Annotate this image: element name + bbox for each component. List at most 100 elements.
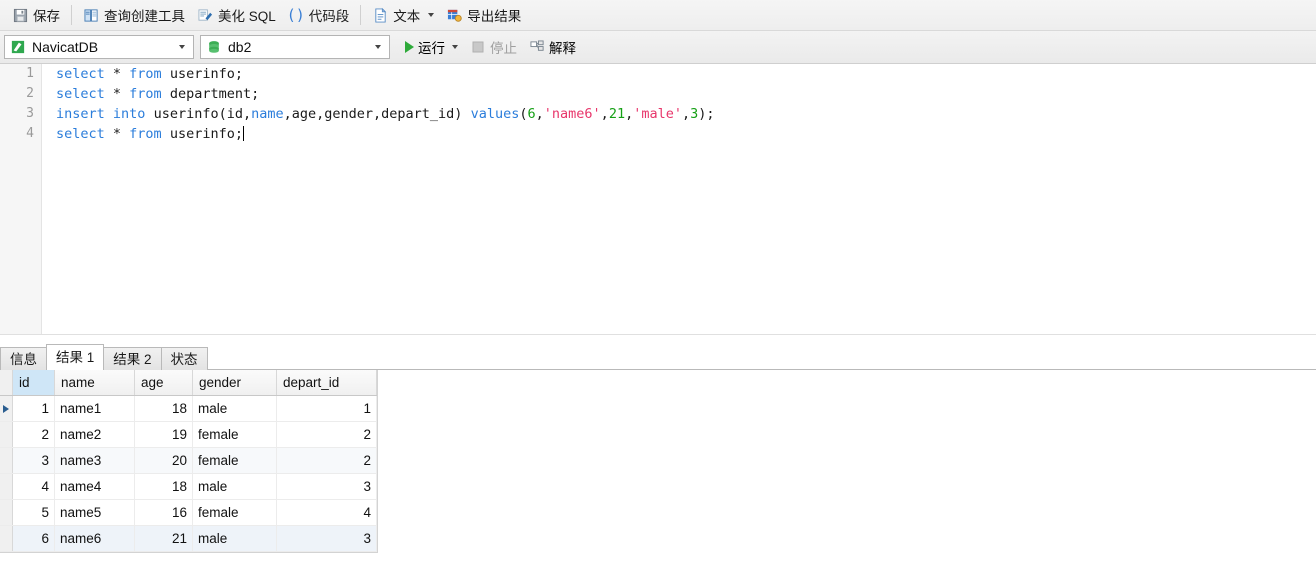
grid-cell-id[interactable]: 2 [13, 422, 55, 447]
grid-cell-depart_id[interactable]: 2 [277, 448, 377, 473]
grid-cell-age[interactable]: 18 [135, 396, 193, 421]
grid-cell-age[interactable]: 21 [135, 526, 193, 551]
grid-body: 1 name1 18 male 1 2 name2 19 female 2 3 name3 20 fema… [0, 396, 377, 552]
row-indicator[interactable] [0, 396, 13, 421]
code-token-str: 'male' [633, 106, 682, 122]
save-icon [12, 7, 28, 23]
grid-cell-age[interactable]: 19 [135, 422, 193, 447]
row-indicator[interactable] [0, 474, 13, 499]
grid-cell-gender[interactable]: female [193, 448, 277, 473]
run-button[interactable]: 运行 [400, 35, 463, 59]
code-token-pln: ); [698, 106, 715, 122]
grid-cell-gender[interactable]: male [193, 526, 277, 551]
export-result-label: 导出结果 [467, 9, 522, 24]
row-indicator[interactable] [0, 422, 13, 447]
code-line[interactable]: select * from userinfo; [56, 124, 715, 144]
text-button[interactable]: 文本 [366, 3, 440, 27]
line-number: 4 [26, 126, 34, 141]
grid-cell-name[interactable]: name1 [55, 396, 135, 421]
grid-cell-id[interactable]: 6 [13, 526, 55, 551]
table-row[interactable]: 5 name5 16 female 4 [0, 500, 377, 526]
row-indicator[interactable] [0, 526, 13, 551]
result-grid[interactable]: id name age gender depart_id 1 name1 18 male 1 2 n… [0, 370, 378, 553]
save-label: 保存 [33, 9, 60, 24]
code-token-kw: insert [56, 106, 105, 122]
grid-cell-depart_id[interactable]: 3 [277, 526, 377, 551]
code-token-str: 'name6' [543, 106, 601, 122]
results-pane: 信息 结果 1 结果 2 状态 id name age gender depart_id 1n… [0, 334, 1316, 584]
code-token-num: 6 [527, 106, 536, 122]
table-row[interactable]: 4 name4 18 male 3 [0, 474, 377, 500]
grid-cell-gender[interactable]: female [193, 500, 277, 525]
chevron-down-icon [179, 45, 185, 49]
grid-cell-depart_id[interactable]: 2 [277, 422, 377, 447]
pane-splitter[interactable] [0, 334, 1316, 345]
code-token-pln: userinfo; [161, 66, 243, 82]
row-indicator[interactable] [0, 500, 13, 525]
grid-cell-depart_id[interactable]: 3 [277, 474, 377, 499]
query-builder-label: 查询创建工具 [104, 9, 185, 24]
text-icon [372, 7, 388, 23]
stop-button[interactable]: 停止 [465, 35, 522, 59]
grid-column-header-depart_id[interactable]: depart_id [277, 370, 377, 395]
grid-cell-id[interactable]: 3 [13, 448, 55, 473]
database-dropdown-icon[interactable] [369, 45, 387, 49]
export-result-button[interactable]: 导出结果 [440, 3, 527, 27]
connection-dropdown-icon[interactable] [173, 45, 191, 49]
connection-select[interactable]: NavicatDB [4, 35, 194, 59]
chevron-down-icon[interactable] [452, 45, 458, 49]
code-token-kw: select [56, 66, 105, 82]
row-indicator[interactable] [0, 448, 13, 473]
result-tab-1[interactable]: 结果 1 [46, 344, 105, 370]
result-tab-2[interactable]: 结果 2 [103, 347, 162, 370]
grid-cell-age[interactable]: 20 [135, 448, 193, 473]
code-token-pln: * [104, 126, 130, 142]
code-line[interactable]: select * from userinfo; [56, 64, 715, 84]
database-icon [206, 39, 222, 55]
grid-cell-id[interactable]: 1 [13, 396, 55, 421]
table-row[interactable]: 1 name1 18 male 1 [0, 396, 377, 422]
play-icon [405, 41, 414, 53]
grid-cell-gender[interactable]: female [193, 422, 277, 447]
grid-column-header-age[interactable]: age [135, 370, 193, 395]
explain-button[interactable]: 解释 [524, 35, 581, 59]
result-tabbar: 信息 结果 1 结果 2 状态 [0, 344, 1316, 370]
grid-cell-id[interactable]: 4 [13, 474, 55, 499]
code-snippet-button[interactable]: () 代码段 [282, 3, 356, 27]
grid-column-header-id[interactable]: id [13, 370, 55, 395]
save-button[interactable]: 保存 [6, 3, 66, 27]
result-tab-3[interactable]: 状态 [160, 347, 208, 370]
code-token-kw: from [129, 66, 162, 82]
code-token-kw: name [251, 106, 284, 122]
code-token-kw: into [112, 106, 146, 122]
grid-cell-name[interactable]: name4 [55, 474, 135, 499]
table-row[interactable]: 2 name2 19 female 2 [0, 422, 377, 448]
grid-cell-age[interactable]: 16 [135, 500, 193, 525]
code-line[interactable]: select * from department; [56, 84, 715, 104]
table-row[interactable]: 6 name6 21 male 3 [0, 526, 377, 552]
table-row[interactable]: 3 name3 20 female 2 [0, 448, 377, 474]
grid-cell-name[interactable]: name2 [55, 422, 135, 447]
code-line[interactable]: insert into userinfo(id,name,age,gender,… [56, 104, 715, 124]
grid-cell-name[interactable]: name5 [55, 500, 135, 525]
grid-cell-gender[interactable]: male [193, 396, 277, 421]
grid-cell-age[interactable]: 18 [135, 474, 193, 499]
grid-cell-depart_id[interactable]: 4 [277, 500, 377, 525]
editor-code[interactable]: select * from userinfo; select * from dep… [42, 64, 715, 144]
grid-cell-gender[interactable]: male [193, 474, 277, 499]
connection-value: NavicatDB [32, 39, 99, 55]
database-select[interactable]: db2 [200, 35, 390, 59]
query-builder-button[interactable]: 查询创建工具 [77, 3, 191, 27]
grid-cell-depart_id[interactable]: 1 [277, 396, 377, 421]
grid-column-header-gender[interactable]: gender [193, 370, 277, 395]
grid-cell-name[interactable]: name6 [55, 526, 135, 551]
sql-editor[interactable]: 1234 select * from userinfo; select * fro… [0, 64, 1316, 334]
chevron-down-icon[interactable] [428, 13, 435, 17]
grid-cell-name[interactable]: name3 [55, 448, 135, 473]
result-tab-0[interactable]: 信息 [0, 347, 47, 370]
beautify-sql-button[interactable]: 美化 SQL [191, 3, 282, 27]
chevron-down-icon [375, 45, 381, 49]
grid-cell-id[interactable]: 5 [13, 500, 55, 525]
grid-column-header-name[interactable]: name [55, 370, 135, 395]
code-token-pln: * [104, 86, 130, 102]
